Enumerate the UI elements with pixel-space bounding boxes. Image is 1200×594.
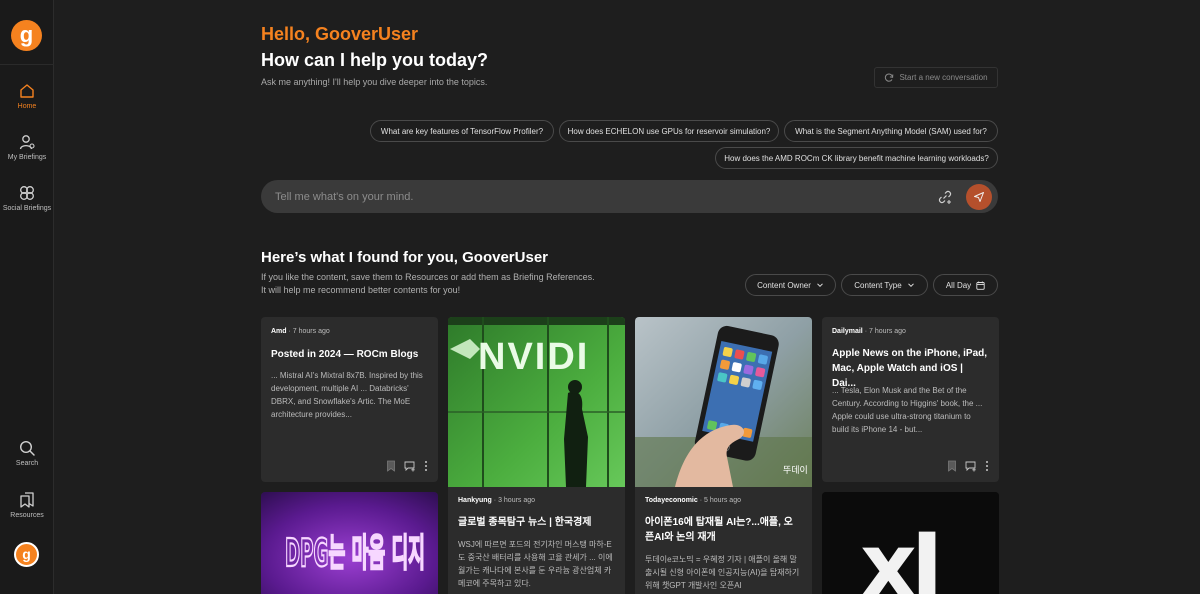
content-owner-filter[interactable]: Content Owner <box>745 274 836 296</box>
card-meta: Amd · 7 hours ago <box>271 328 330 335</box>
image-watermark: 뚜데이 <box>783 465 808 476</box>
card-source: Todayeconomic <box>645 497 698 504</box>
card-time: · 7 hours ago <box>864 328 906 335</box>
content-card[interactable]: DPG는 마음 디지 <box>261 492 438 594</box>
content-card[interactable]: 뚜데이 Todayeconomic · 5 hours ago 아이폰16에 탑… <box>635 317 812 594</box>
card-description: 투데이e코노믹 = 우혜정 기자 | 애플이 올해 말 출시될 신형 아이폰에 … <box>645 555 800 590</box>
sidebar-item-label: Search <box>15 460 39 467</box>
bookmarks-icon <box>20 492 34 508</box>
send-button[interactable] <box>966 184 992 210</box>
sidebar-item-search[interactable]: Search <box>0 439 54 467</box>
prompt-input[interactable] <box>275 180 915 213</box>
sidebar-divider <box>0 64 54 65</box>
sidebar-item-my-briefings[interactable]: My Briefings <box>0 133 54 161</box>
bookmark-icon[interactable] <box>947 460 957 472</box>
content-card[interactable]: NVIDI Hankyung · 3 hours ago 글로벌 종목탐구 뉴스… <box>448 317 625 594</box>
page-subtitle: Ask me anything! I'll help you dive deep… <box>261 77 488 87</box>
filter-label: Content Owner <box>757 280 811 290</box>
filter-label: Content Type <box>854 280 902 290</box>
more-options-icon[interactable] <box>424 460 428 472</box>
card-title: 아이폰16에 탑재될 AI는?...애플, 오픈AI와 논의 재개 <box>645 517 793 543</box>
chevron-down-icon <box>817 283 823 288</box>
content-card[interactable]: Amd · 7 hours ago Posted in 2024 — ROCm … <box>261 317 438 482</box>
send-icon <box>974 192 984 202</box>
sidebar-item-label: Home <box>17 103 37 110</box>
section-title: Here’s what I found for you, GooverUser <box>261 249 548 266</box>
add-to-briefing-icon[interactable] <box>965 460 977 472</box>
card-description: ... Tesla, Elon Musk and the Bet of the … <box>832 386 983 434</box>
iphone-photo: 뚜데이 <box>635 317 812 487</box>
nvidia-logo-text: NVIDI <box>478 336 589 378</box>
calendar-icon <box>976 281 985 290</box>
nvidia-photo: NVIDI <box>448 317 625 487</box>
section-subtitle-line: It will help me recommend better content… <box>261 285 461 295</box>
sidebar-item-label: Resources <box>10 512 44 519</box>
card-time: · 7 hours ago <box>288 328 330 335</box>
start-new-conversation-button[interactable]: Start a new conversation <box>874 67 998 88</box>
sidebar: g Home My Briefings Social Briefings Sea… <box>0 0 54 594</box>
search-icon <box>19 440 35 456</box>
bookmark-icon[interactable] <box>386 460 396 472</box>
home-icon <box>20 84 34 98</box>
dpg-neon-text: DPG는 마음 디지 <box>285 531 425 575</box>
card-source: Hankyung <box>458 497 492 504</box>
more-options-icon[interactable] <box>985 460 989 472</box>
suggestion-chip[interactable]: How does the AMD ROCm CK library benefit… <box>715 147 998 169</box>
date-filter[interactable]: All Day <box>933 274 998 296</box>
filter-label: All Day <box>945 280 972 290</box>
card-meta: Todayeconomic · 5 hours ago <box>645 497 741 504</box>
card-image: DPG는 마음 디지 <box>261 492 438 594</box>
card-title: 글로벌 종목탐구 뉴스 | 한국경제 <box>458 517 592 528</box>
sidebar-item-social-briefings[interactable]: Social Briefings <box>0 184 54 212</box>
sidebar-item-home[interactable]: Home <box>0 82 54 110</box>
section-subtitle: If you like the content, save them to Re… <box>261 271 595 297</box>
greeting: Hello, GooverUser <box>261 24 419 44</box>
add-to-briefing-icon[interactable] <box>404 460 416 472</box>
card-image: xI <box>822 492 999 594</box>
suggestion-chip[interactable]: What is the Segment Anything Model (SAM)… <box>784 120 998 142</box>
xai-logo-image: xI <box>822 492 999 594</box>
card-image: NVIDI <box>448 317 625 487</box>
refresh-icon <box>885 73 894 82</box>
card-source: Dailymail <box>832 328 863 335</box>
dpg-image: DPG는 마음 디지 <box>261 492 438 594</box>
card-source: Amd <box>271 328 287 335</box>
goover-logo[interactable]: g <box>11 20 42 51</box>
card-meta: Dailymail · 7 hours ago <box>832 328 906 335</box>
card-time: · 5 hours ago <box>699 497 741 504</box>
prompt-bar <box>261 180 998 213</box>
content-card[interactable]: xI <box>822 492 999 594</box>
card-image: 뚜데이 <box>635 317 812 487</box>
sidebar-item-label: My Briefings <box>7 154 47 161</box>
card-description: WSJ에 따르면 포드의 전기차인 머스탱 마하-E도 중국산 배터리를 사용해… <box>458 540 613 588</box>
card-description: ... Mistral AI's Mixtral 8x7B. Inspired … <box>271 371 423 419</box>
page-title: How can I help you today? <box>261 50 489 70</box>
content-type-filter[interactable]: Content Type <box>841 274 928 296</box>
suggestion-chip[interactable]: How does ECHELON use GPUs for reservoir … <box>559 120 779 142</box>
card-title: Posted in 2024 — ROCm Blogs <box>271 349 419 360</box>
content-card[interactable]: Dailymail · 7 hours ago Apple News on th… <box>822 317 999 482</box>
card-actions <box>947 460 989 472</box>
section-subtitle-line: If you like the content, save them to Re… <box>261 272 595 282</box>
card-actions <box>386 460 428 472</box>
start-new-conversation-label: Start a new conversation <box>899 73 988 82</box>
card-time: · 3 hours ago <box>493 497 536 504</box>
sidebar-item-label: Social Briefings <box>2 205 52 212</box>
sidebar-item-resources[interactable]: Resources <box>0 491 54 519</box>
person-icon <box>19 135 35 150</box>
chevron-down-icon <box>907 283 914 288</box>
xai-logo-text: xI <box>860 514 938 594</box>
suggestion-chip[interactable]: What are key features of TensorFlow Prof… <box>370 120 554 142</box>
avatar[interactable]: g <box>14 542 39 567</box>
attach-link-icon[interactable] <box>937 189 953 205</box>
card-meta: Hankyung · 3 hours ago <box>458 497 535 504</box>
group-icon <box>20 186 34 200</box>
